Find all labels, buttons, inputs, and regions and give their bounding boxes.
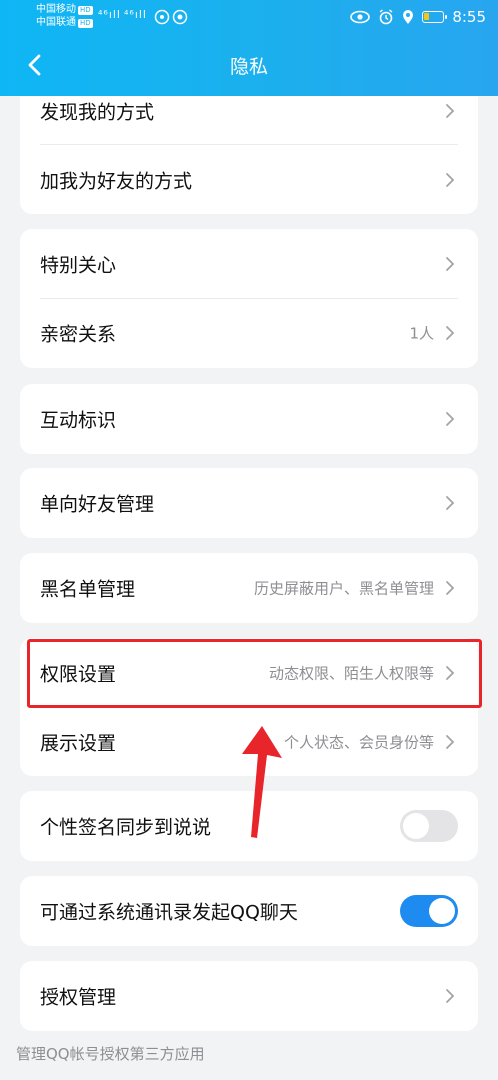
row-label: 展示设置: [40, 732, 117, 755]
card-find-add: 发现我的方式 加我为好友的方式: [20, 76, 478, 214]
row-label: 互动标识: [40, 409, 117, 432]
signature-sync-toggle[interactable]: [400, 810, 458, 842]
row-label: 特别关心: [40, 254, 117, 277]
row-intimate[interactable]: 亲密关系 1人: [20, 298, 478, 368]
header-overlap: [0, 76, 498, 96]
status-right: 8:55: [350, 8, 486, 26]
card-blacklist: 黑名单管理 历史屏蔽用户、黑名单管理: [20, 553, 478, 623]
card-contacts-chat: 可通过系统通讯录发起QQ聊天: [20, 876, 478, 946]
toggle-knob: [403, 813, 429, 839]
card-auth-manage: 授权管理: [20, 961, 478, 1031]
red-arrow-annotation: [242, 726, 282, 838]
page-title: 隐私: [229, 56, 268, 78]
row-label: 授权管理: [40, 986, 117, 1009]
eye-icon: [350, 10, 371, 24]
chevron-right-icon: [446, 257, 455, 271]
battery-icon: [422, 11, 448, 23]
wifi-hotspot-icon: [154, 9, 188, 25]
row-label: 可通过系统通讯录发起QQ聊天: [40, 901, 298, 924]
row-value: 1人: [409, 324, 434, 343]
row-label: 亲密关系: [40, 323, 117, 346]
row-label: 发现我的方式: [40, 101, 155, 124]
row-label: 单向好友管理: [40, 493, 155, 516]
chevron-right-icon: [446, 412, 455, 426]
row-label: 黑名单管理: [40, 578, 136, 601]
card-care-intimate: 特别关心 亲密关系 1人: [20, 229, 478, 368]
highlight-box: [27, 639, 482, 708]
row-label: 个性签名同步到说说: [40, 816, 212, 839]
chevron-right-icon: [446, 326, 455, 340]
row-value: 个人状态、会员身份等: [283, 733, 434, 752]
row-interaction-mark[interactable]: 互动标识: [20, 384, 478, 454]
row-contacts-chat: 可通过系统通讯录发起QQ聊天: [20, 876, 478, 946]
carrier-1: 中国移动 HD: [36, 4, 93, 15]
chevron-right-icon: [446, 735, 455, 749]
chevron-right-icon: [446, 581, 455, 595]
alarm-icon: [379, 9, 393, 25]
row-label: 加我为好友的方式: [40, 170, 193, 193]
contacts-chat-toggle[interactable]: [400, 895, 458, 927]
card-one-way: 单向好友管理: [20, 468, 478, 538]
row-one-way-friend[interactable]: 单向好友管理: [20, 468, 478, 538]
row-value: 历史屏蔽用户、黑名单管理: [253, 579, 434, 598]
chevron-right-icon: [446, 104, 455, 118]
status-bar: 中国移动 HD 中国联通 HD ⁴⁶ıll ⁴⁶ıll 8:55: [0, 0, 498, 36]
row-auth-manage[interactable]: 授权管理: [20, 961, 478, 1031]
row-special-care[interactable]: 特别关心: [20, 229, 478, 299]
chevron-right-icon: [446, 173, 455, 187]
signal-icon-1: ⁴⁶ıll: [98, 8, 121, 21]
toggle-knob: [429, 898, 455, 924]
signal-icon-2: ⁴⁶ıll: [124, 8, 147, 21]
location-icon: [403, 10, 414, 24]
row-add-friend[interactable]: 加我为好友的方式: [20, 145, 478, 215]
chevron-right-icon: [446, 496, 455, 510]
chevron-right-icon: [446, 989, 455, 1003]
carrier-2: 中国联通 HD: [36, 17, 93, 28]
row-blacklist[interactable]: 黑名单管理 历史屏蔽用户、黑名单管理: [20, 553, 478, 623]
auth-footnote: 管理QQ帐号授权第三方应用: [16, 1045, 205, 1063]
card-interaction: 互动标识: [20, 384, 478, 454]
clock: 8:55: [452, 8, 486, 26]
